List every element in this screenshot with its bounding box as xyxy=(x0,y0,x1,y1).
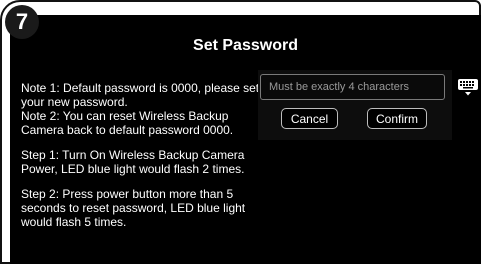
step-2: Step 2: Press power button more than 5 s… xyxy=(21,187,246,229)
keyboard-icon[interactable] xyxy=(457,77,479,97)
page-title: Set Password xyxy=(193,37,298,54)
note-1: Note 1: Default password is 0000, please… xyxy=(21,81,260,109)
step-1: Step 1: Turn On Wireless Backup Camera P… xyxy=(21,148,245,176)
note-2: Note 2: You can reset Wireless Backup Ca… xyxy=(21,109,234,137)
confirm-button[interactable]: Confirm xyxy=(367,108,427,129)
device-screen: Set Password Note 1: Default password is… xyxy=(10,15,481,264)
cancel-button[interactable]: Cancel xyxy=(281,108,338,129)
step-number-badge: 7 xyxy=(5,5,39,39)
instructions-text: Note 1: Default password is 0000, please… xyxy=(21,81,271,240)
password-input[interactable] xyxy=(260,74,445,100)
